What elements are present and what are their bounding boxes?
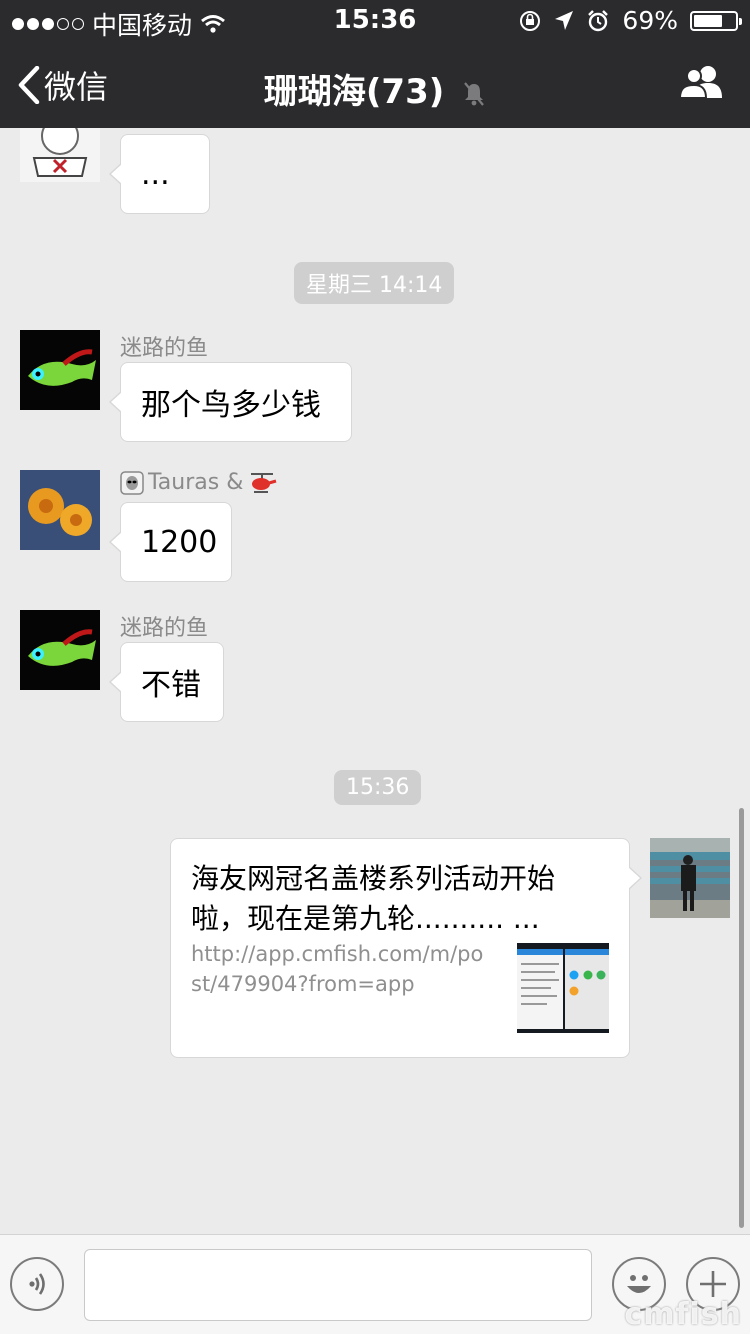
message-text: 不错 [141, 668, 201, 703]
page-title: 珊瑚海(73) [0, 64, 750, 113]
nav-bar: 微信 珊瑚海(73) [0, 40, 750, 128]
message-text: 那个鸟多少钱 [141, 388, 321, 423]
message-bubble[interactable]: 1200 [109, 502, 232, 582]
link-title: 海友网冠名盖楼系列活动开始啦，现在是第九轮.......... ... [191, 862, 556, 935]
link-url: http://app.cmfish.com/m/post/479904?from… [191, 942, 484, 996]
sender-name-row: Tauras & [120, 470, 277, 495]
sender-name: 迷路的鱼 [120, 616, 209, 641]
message-input[interactable] [84, 1249, 592, 1321]
message-bubble[interactable]: 那个鸟多少钱 [109, 362, 352, 442]
chat-area[interactable]: ... 星期三 14:14 迷路的鱼 那个鸟多少钱 Tauras & 1200 … [0, 128, 750, 1234]
message-text: ... [141, 156, 170, 192]
message-bubble[interactable]: ... [109, 134, 210, 214]
watermark: cmfish [624, 1297, 742, 1332]
battery-percent: 69% [622, 6, 678, 35]
scrollbar[interactable] [739, 808, 744, 1228]
avatar[interactable] [20, 610, 100, 690]
location-icon [555, 10, 574, 30]
message-text: 1200 [141, 524, 218, 560]
mute-bell-icon [464, 81, 484, 106]
alarm-icon [588, 9, 609, 31]
timestamp: 星期三 14:14 [294, 262, 455, 304]
message-bubble[interactable]: 不错 [109, 642, 224, 722]
status-right: 69% [518, 6, 742, 35]
helicopter-emoji-icon [251, 472, 277, 493]
timestamp: 15:36 [334, 770, 422, 805]
link-thumbnail [517, 943, 609, 1033]
battery-icon [690, 10, 742, 31]
my-avatar[interactable] [650, 838, 730, 918]
avatar[interactable] [20, 470, 100, 550]
input-bar: cmfish [0, 1234, 750, 1334]
sender-name: Tauras & [148, 470, 244, 495]
avatar[interactable] [20, 330, 100, 410]
link-card-message[interactable]: 海友网冠名盖楼系列活动开始啦，现在是第九轮.......... ... http… [170, 838, 642, 1058]
voice-wave-icon [29, 1273, 45, 1295]
plus-icon [700, 1271, 726, 1297]
rotation-lock-icon [520, 10, 541, 31]
group-members-button[interactable] [678, 64, 726, 104]
status-bar: 中国移动 15:36 69% [0, 0, 750, 40]
group-people-icon [678, 66, 722, 99]
avatar[interactable] [20, 128, 100, 182]
chat-title: 珊瑚海(73) [263, 72, 445, 112]
voice-button[interactable] [10, 1257, 64, 1311]
alien-emoji-icon [120, 470, 144, 495]
sender-name: 迷路的鱼 [120, 336, 209, 361]
